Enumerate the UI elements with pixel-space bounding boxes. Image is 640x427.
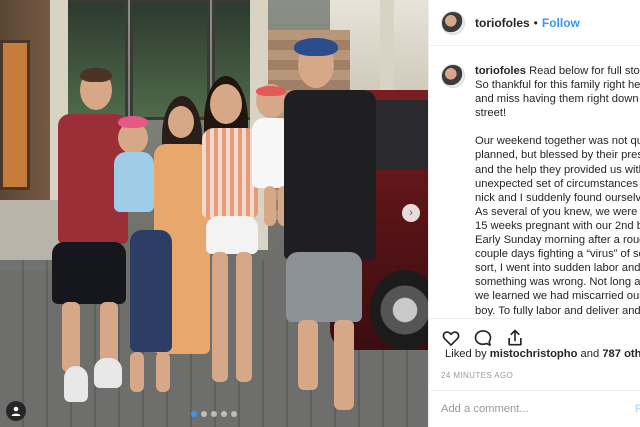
likes-connector: and: [580, 348, 600, 360]
caption-body-line: As several of you knew, we were ab: [475, 205, 640, 218]
caption-line: and miss having them right down the: [475, 93, 640, 106]
carousel-dot: [231, 411, 237, 417]
caption-row: toriofoles Read below for full story. So…: [441, 64, 640, 316]
comment-placeholder: Add a comment...: [441, 403, 529, 415]
caption-body-line: Our weekend together was not quit: [475, 135, 640, 148]
likes-prefix: Liked by: [445, 348, 487, 360]
next-photo-button[interactable]: ›: [402, 204, 420, 222]
photo-door: [0, 40, 30, 190]
chevron-right-icon: ›: [409, 207, 413, 219]
caption-body-line: we learned we had miscarried our b: [475, 290, 640, 303]
carousel-dot: [191, 411, 197, 417]
carousel-dot: [211, 411, 217, 417]
likes-summary[interactable]: Liked by mistochristopho and 787 oth: [441, 346, 640, 362]
carousel-dot: [201, 411, 207, 417]
post-comment-button[interactable]: P: [635, 403, 640, 415]
caption-body-line: 15 weeks pregnant with our 2nd bal: [475, 219, 640, 232]
comments-section[interactable]: toriofoles Read below for full story. So…: [429, 46, 640, 316]
avatar[interactable]: [441, 64, 465, 88]
carousel-dot: [221, 411, 227, 417]
post-timestamp[interactable]: 24 MINUTES AGO: [441, 371, 513, 380]
caption-body-line: couple days fighting a “virus” of so: [475, 248, 640, 261]
caption-body-line: nick and I suddenly found ourselve: [475, 191, 640, 204]
caption-body-line: sort, I went into sudden labor and k: [475, 262, 640, 275]
post-side-panel: toriofoles • Follow toriofoles Read belo…: [428, 0, 640, 427]
caption-body-line: boy. To fully labor and deliver and e: [475, 304, 640, 317]
caption-body-line: something was wrong. Not long afte: [475, 276, 640, 289]
carousel-indicator: [0, 411, 428, 417]
caption-line: street!: [475, 107, 507, 120]
follow-button[interactable]: Follow: [542, 16, 580, 30]
post-photo[interactable]: ›: [0, 0, 428, 427]
post-header: toriofoles • Follow: [429, 0, 640, 46]
caption-body-line: unexpected set of circumstances th: [475, 177, 640, 190]
caption-body-line: and the help they provided us with: [475, 163, 640, 176]
share-icon[interactable]: [505, 328, 525, 348]
caption-line: So thankful for this family right here: [475, 79, 640, 92]
header-username[interactable]: toriofoles: [475, 16, 530, 30]
comment-bubble-icon[interactable]: [473, 328, 493, 348]
caption-body-line: Early Sunday morning after a rough: [475, 234, 640, 247]
caption-text: toriofoles Read below for full story. So…: [475, 64, 640, 316]
heart-icon[interactable]: [441, 328, 461, 348]
caption-body: Our weekend together was not quit planned…: [475, 134, 640, 316]
caption-username[interactable]: toriofoles: [475, 65, 526, 77]
likes-user[interactable]: mistochristopho: [490, 348, 578, 360]
comment-input[interactable]: Add a comment... P: [429, 390, 640, 427]
caption-body-line: planned, but blessed by their prese: [475, 149, 640, 162]
avatar[interactable]: [441, 10, 465, 35]
likes-count[interactable]: 787 oth: [602, 348, 640, 360]
header-separator: •: [533, 15, 538, 30]
caption-line: Read below for full story.: [529, 65, 640, 77]
